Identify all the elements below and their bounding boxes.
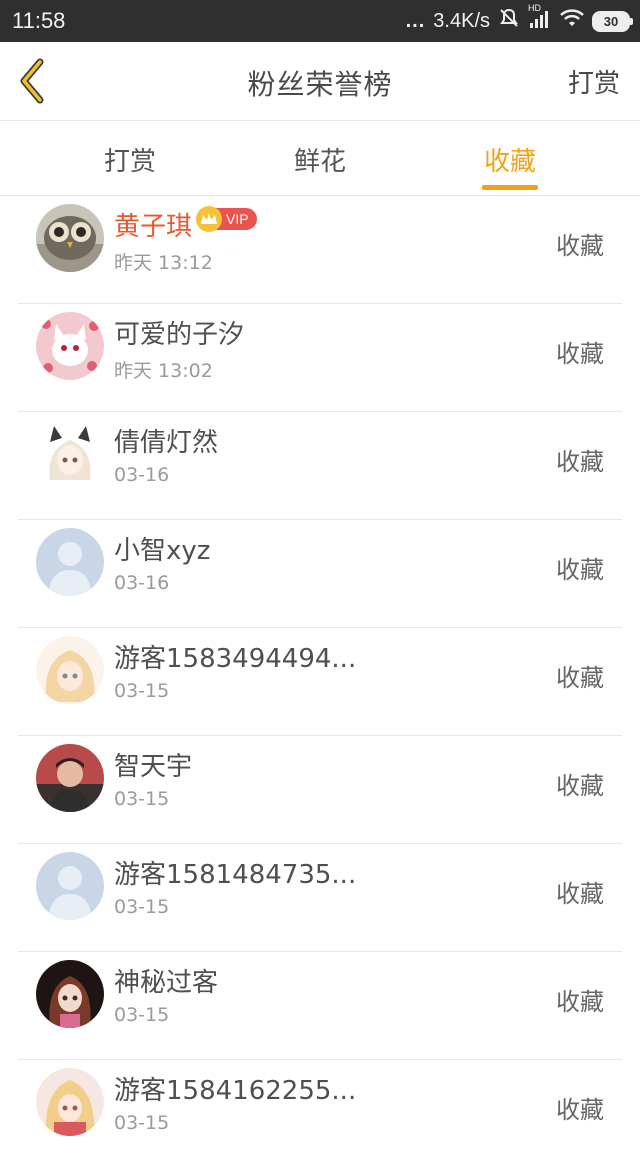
anime-girl-avatar[interactable] — [36, 420, 104, 488]
list-item[interactable]: 智天宇 03-15 收藏 — [18, 736, 622, 844]
user-name: 神秘过客 — [114, 968, 219, 998]
doll-avatar[interactable] — [36, 960, 104, 1028]
anime-pink-avatar[interactable] — [36, 1068, 104, 1136]
item-action: 收藏 — [556, 232, 604, 260]
reward-button[interactable]: 打赏 — [568, 63, 620, 100]
item-date: 03-15 — [114, 896, 170, 918]
crown-icon — [196, 206, 222, 232]
item-action: 收藏 — [556, 1096, 604, 1124]
tab-favorites[interactable]: 收藏 — [450, 141, 570, 178]
item-action: 收藏 — [556, 448, 604, 476]
active-tab-indicator — [482, 185, 538, 190]
user-name: 游客1581484735... — [114, 860, 357, 890]
network-speed: 3.4K/s — [433, 9, 490, 32]
item-action: 收藏 — [556, 664, 604, 692]
list-item[interactable]: 游客1583494494... 03-15 收藏 — [18, 628, 622, 736]
list-item[interactable]: 小智xyz 03-16 收藏 — [18, 520, 622, 628]
photo-avatar[interactable] — [36, 744, 104, 812]
list-item[interactable]: 倩倩灯然 03-16 收藏 — [18, 412, 622, 520]
list-item[interactable]: 神秘过客 03-15 收藏 — [18, 952, 622, 1060]
user-name: 倩倩灯然 — [114, 428, 219, 458]
list-item[interactable]: 黄子琪 VIP 昨天 13:12 收藏 — [18, 196, 622, 304]
tab-flowers[interactable]: 鲜花 — [260, 141, 380, 178]
owl-avatar[interactable] — [36, 204, 104, 272]
item-date: 03-15 — [114, 680, 170, 702]
item-date: 03-15 — [114, 1004, 170, 1026]
item-date: 03-15 — [114, 788, 170, 810]
item-action: 收藏 — [556, 880, 604, 908]
user-name: 游客1583494494... — [114, 644, 357, 674]
user-name: 智天宇 — [114, 752, 193, 782]
user-name: 小智xyz — [114, 536, 211, 566]
list-item[interactable]: 游客1581484735... 03-15 收藏 — [18, 844, 622, 952]
item-date: 昨天 13:12 — [114, 252, 213, 274]
item-action: 收藏 — [556, 556, 604, 584]
list-item[interactable]: 可爱的子汐 昨天 13:02 收藏 — [18, 304, 622, 412]
list-item[interactable]: 游客1584162255... 03-15 收藏 — [18, 1060, 622, 1167]
notification-dots: ... — [405, 9, 426, 32]
status-time: 11:58 — [12, 8, 66, 33]
battery-level: 30 — [603, 13, 619, 29]
status-bar: 11:58 ... 3.4K/s HD 30 — [0, 0, 640, 42]
vip-badge: VIP — [196, 206, 257, 232]
anime-blonde-avatar[interactable] — [36, 636, 104, 704]
signal-icon: HD — [528, 3, 552, 35]
cat-anime-avatar[interactable] — [36, 312, 104, 380]
item-date: 03-16 — [114, 464, 170, 486]
status-icons: ... 3.4K/s HD 30 — [405, 3, 633, 35]
item-date: 03-15 — [114, 1112, 170, 1134]
battery-icon: 30 — [592, 10, 633, 32]
default-avatar[interactable] — [36, 852, 104, 920]
default-avatar[interactable] — [36, 528, 104, 596]
page-title: 粉丝荣誉榜 — [247, 68, 393, 101]
user-name: 游客1584162255... — [114, 1076, 357, 1106]
wifi-icon — [560, 8, 584, 34]
app-header: 粉丝荣誉榜 打赏 — [0, 42, 640, 121]
hd-label: HD — [528, 3, 541, 13]
item-date: 03-16 — [114, 572, 170, 594]
fan-list: 黄子琪 VIP 昨天 13:12 收藏 可爱的子汐 昨天 13:02 收藏 倩倩… — [0, 196, 640, 1167]
tab-reward[interactable]: 打赏 — [70, 141, 190, 178]
item-action: 收藏 — [556, 988, 604, 1016]
item-action: 收藏 — [556, 772, 604, 800]
tab-bar: 打赏 鲜花 收藏 — [0, 121, 640, 196]
user-name: 可爱的子汐 — [114, 320, 245, 350]
mute-icon — [498, 7, 520, 35]
item-date: 昨天 13:02 — [114, 360, 213, 382]
item-action: 收藏 — [556, 340, 604, 368]
user-name: 黄子琪 — [114, 212, 193, 242]
